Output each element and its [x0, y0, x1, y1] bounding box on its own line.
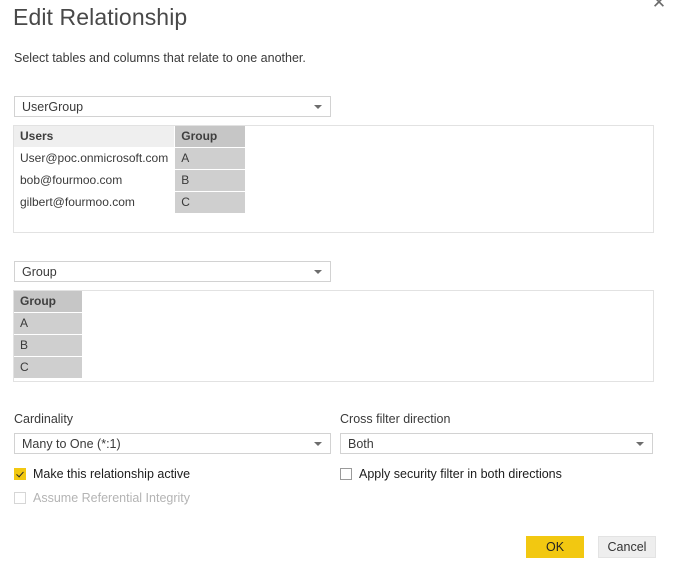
cell-group: B: [14, 334, 83, 357]
assume-referential-integrity-label: Assume Referential Integrity: [33, 491, 191, 505]
to-table-preview[interactable]: Group A B C: [13, 290, 654, 382]
table-row: B: [14, 334, 83, 357]
cancel-button[interactable]: Cancel: [598, 536, 656, 558]
cell-users: gilbert@fourmoo.com: [14, 191, 176, 214]
checkbox-unchecked-icon: [14, 492, 26, 504]
cell-group: C: [174, 191, 247, 214]
close-icon[interactable]: ✕: [646, 0, 672, 16]
cross-filter-direction-select[interactable]: Both: [340, 433, 653, 454]
table-row: bob@fourmoo.com B: [14, 169, 247, 192]
table-header-row: Users Group: [14, 126, 247, 148]
make-relationship-active-label: Make this relationship active: [33, 467, 191, 481]
table-row: User@poc.onmicrosoft.com A: [14, 147, 247, 170]
column-header-group[interactable]: Group: [14, 291, 83, 313]
cell-group: B: [174, 169, 247, 192]
cell-group: C: [14, 356, 83, 379]
chevron-down-icon: [314, 105, 322, 109]
page-title: Edit Relationship: [13, 4, 188, 30]
column-header-group[interactable]: Group: [174, 126, 247, 148]
to-table-value: Group: [22, 265, 57, 279]
cell-group: A: [174, 147, 247, 170]
table-header-row: Group: [14, 291, 83, 313]
cell-users: User@poc.onmicrosoft.com: [14, 147, 176, 170]
chevron-down-icon: [314, 270, 322, 274]
from-table-preview[interactable]: Users Group User@poc.onmicrosoft.com A b…: [13, 125, 654, 233]
cell-users: bob@fourmoo.com: [14, 169, 176, 192]
cell-group: A: [14, 312, 83, 335]
cardinality-label: Cardinality: [14, 412, 74, 426]
apply-security-filter-label: Apply security filter in both directions: [359, 467, 562, 481]
to-table-select[interactable]: Group: [14, 261, 331, 282]
cardinality-value: Many to One (*:1): [22, 437, 121, 451]
cross-filter-direction-label: Cross filter direction: [340, 412, 451, 426]
from-preview-grid: Users Group User@poc.onmicrosoft.com A b…: [14, 126, 247, 214]
cardinality-select[interactable]: Many to One (*:1): [14, 433, 331, 454]
table-row: C: [14, 356, 83, 379]
chevron-down-icon: [636, 442, 644, 446]
column-header-users[interactable]: Users: [14, 126, 176, 148]
cross-filter-direction-value: Both: [348, 437, 374, 451]
table-row: A: [14, 312, 83, 335]
to-preview-grid: Group A B C: [14, 291, 83, 379]
from-table-value: UserGroup: [22, 100, 84, 114]
chevron-down-icon: [314, 442, 322, 446]
checkbox-unchecked-icon: [340, 468, 352, 480]
from-table-select[interactable]: UserGroup: [14, 96, 331, 117]
ok-button[interactable]: OK: [526, 536, 584, 558]
checkbox-checked-icon: [14, 468, 26, 480]
table-row: gilbert@fourmoo.com C: [14, 191, 247, 214]
dialog-subtitle: Select tables and columns that relate to…: [14, 51, 306, 65]
